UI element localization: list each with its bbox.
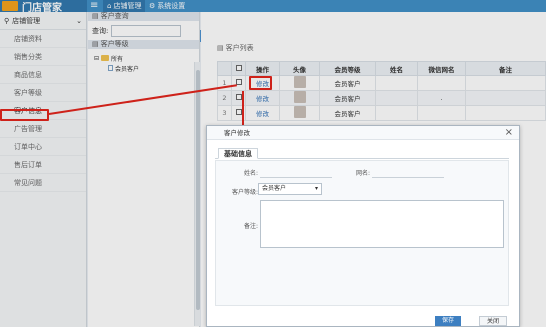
save-button[interactable]: 保存 xyxy=(435,316,462,326)
note-label: 备注: xyxy=(243,223,258,230)
level-select[interactable]: 会员客户 ▾ xyxy=(258,183,322,195)
dialog-title: 客户修改 xyxy=(207,126,519,140)
close-icon[interactable]: × xyxy=(505,126,513,140)
edit-customer-dialog: 客户修改 × 基础信息 姓名: 网名: 客户等级: 会员客户 ▾ 备注: 保存 … xyxy=(206,125,520,327)
level-select-value: 会员客户 xyxy=(262,185,287,192)
note-textarea[interactable] xyxy=(260,200,504,248)
wechat-field[interactable] xyxy=(372,177,444,178)
level-label: 客户等级: xyxy=(231,189,258,196)
name-field[interactable] xyxy=(260,177,332,178)
tab-basic-info[interactable]: 基础信息 xyxy=(218,148,258,159)
name-label: 姓名: xyxy=(243,170,258,177)
close-button[interactable]: 关闭 xyxy=(479,316,508,326)
edit-form: 姓名: 网名: 客户等级: 会员客户 ▾ 备注: xyxy=(215,160,509,306)
wechat-label: 网名: xyxy=(355,170,370,177)
chevron-down-icon: ▾ xyxy=(314,185,318,192)
dialog-tabs: 基础信息 xyxy=(215,148,509,159)
